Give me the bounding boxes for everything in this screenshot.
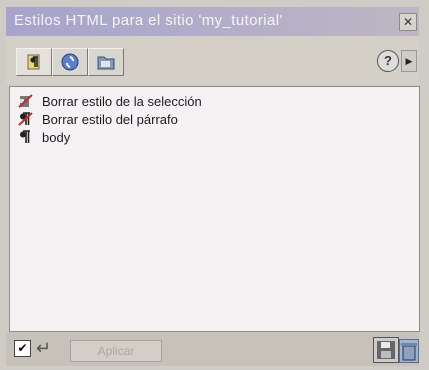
style-item-label: Borrar estilo de la selección bbox=[42, 93, 202, 109]
style-item-label: Borrar estilo del párrafo bbox=[42, 111, 178, 127]
auto-apply-checkbox[interactable]: ✔ bbox=[14, 340, 31, 357]
clear-paragraph-style-icon bbox=[16, 111, 38, 127]
apply-button[interactable]: Aplicar bbox=[70, 340, 162, 362]
panel-statusbar: ✔ ↵ Aplicar bbox=[6, 332, 419, 366]
save-style-icon[interactable] bbox=[373, 337, 399, 363]
style-item-clear-selection[interactable]: Borrar estilo de la selección bbox=[16, 92, 419, 110]
paragraph-styles-tab[interactable] bbox=[16, 48, 52, 76]
close-icon[interactable]: ✕ bbox=[399, 13, 417, 31]
folder-icon bbox=[97, 56, 115, 70]
style-item-body[interactable]: body bbox=[16, 128, 419, 146]
panel-toolbar: ? ▶ bbox=[6, 36, 419, 84]
panel-menu-icon[interactable]: ▶ bbox=[401, 50, 417, 72]
styles-list: Borrar estilo de la selección Borrar est… bbox=[10, 87, 419, 146]
site-files-tab[interactable] bbox=[88, 48, 124, 76]
title-bar[interactable]: Estilos HTML para el sitio 'my_tutorial'… bbox=[6, 7, 419, 36]
style-item-label: body bbox=[42, 129, 71, 145]
window-title: Estilos HTML para el sitio 'my_tutorial' bbox=[14, 12, 283, 29]
enter-key-icon: ↵ bbox=[36, 338, 52, 358]
link-icon bbox=[61, 53, 79, 71]
link-styles-tab[interactable] bbox=[52, 48, 88, 76]
clear-selection-style-icon bbox=[16, 93, 38, 109]
paragraph-icon bbox=[27, 54, 40, 70]
help-icon[interactable]: ? bbox=[377, 50, 399, 72]
style-item-clear-paragraph[interactable]: Borrar estilo del párrafo bbox=[16, 110, 419, 128]
trash-icon[interactable] bbox=[399, 339, 419, 363]
panel-tabs bbox=[16, 48, 124, 76]
html-styles-panel: Estilos HTML para el sitio 'my_tutorial'… bbox=[0, 0, 429, 370]
styles-list-panel: Borrar estilo de la selección Borrar est… bbox=[9, 86, 420, 332]
paragraph-icon bbox=[16, 129, 38, 145]
